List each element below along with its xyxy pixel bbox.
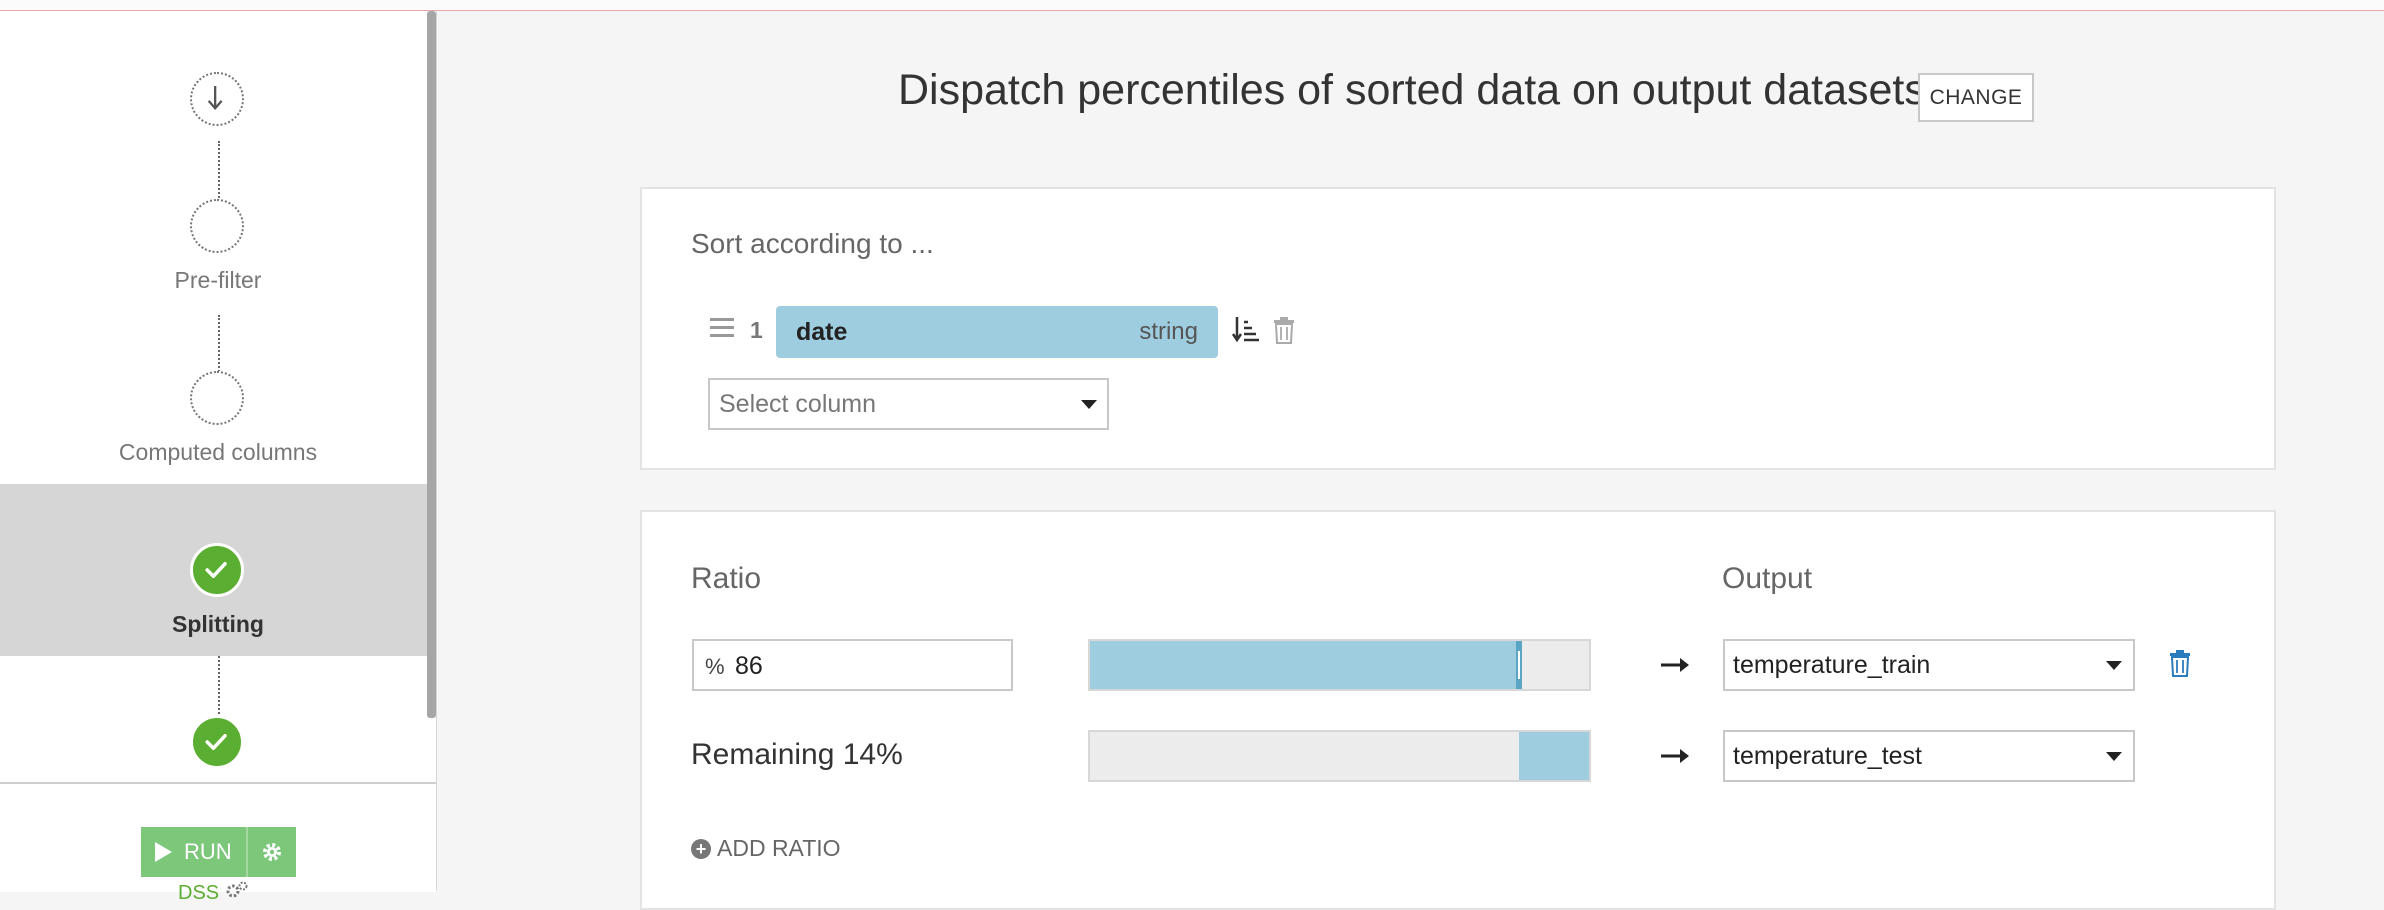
checkmark-icon [205,734,227,750]
step-circle [190,72,244,126]
step-circle [190,371,244,425]
add-ratio-label: ADD RATIO [717,835,841,861]
step-label: Splitting [172,611,264,637]
gear-icon [262,843,281,861]
run-button[interactable]: RUN [141,827,246,877]
change-mode-button[interactable]: CHANGE [1918,73,2034,122]
drag-handle-icon[interactable] [710,318,734,342]
ratio-input[interactable]: % 86 [692,639,1013,691]
engine-name: DSS [178,882,220,904]
ratio-header: Ratio [691,562,762,595]
top-warning-border [0,0,2384,11]
chevron-down-icon [2106,661,2122,670]
select-column-placeholder: Select column [719,390,877,418]
gears-icon [226,881,248,898]
output-header: Output [1722,562,1813,595]
ratio-value: 86 [735,652,763,680]
engine-label[interactable]: DSS [178,881,249,905]
output-dataset-select[interactable]: temperature_train [1723,639,2135,691]
add-ratio-button[interactable]: + ADD RATIO [691,835,841,862]
sort-panel: Sort according to ... 1 date string Sele… [640,187,2276,470]
sort-ascending-icon[interactable] [1231,314,1261,344]
plus-circle-icon: + [691,838,711,859]
column-type: string [1139,318,1198,345]
sidebar-footer: RUN DSS [0,782,436,904]
play-icon [155,842,172,862]
step-circle [190,543,244,597]
column-name: date [796,318,848,346]
page-title: Dispatch percentiles of sorted data on o… [898,66,1926,114]
step-circle [190,715,244,769]
remaining-label: Remaining 14% [691,738,903,771]
slider-handle[interactable] [1515,641,1523,689]
step-circle [190,199,244,253]
run-button-group: RUN [141,827,296,877]
step-label: Pre-filter [174,267,262,293]
output-dataset-value: temperature_train [1733,651,1931,679]
arrow-down-icon [207,86,223,111]
ratio-slider[interactable] [1088,639,1591,691]
arrow-right-icon [1661,658,1689,672]
run-settings-button[interactable] [245,827,296,877]
arrow-right-icon [1661,749,1689,763]
split-panel: Ratio Output % 86 temperature_train Rema… [640,510,2276,910]
step-pre-filter[interactable]: Pre-filter [0,141,427,313]
remaining-fill [1519,732,1589,780]
step-label: Computed columns [118,439,318,465]
chevron-down-icon [2106,752,2122,761]
step-splitting[interactable]: Splitting [0,484,427,656]
remaining-bar [1088,730,1591,782]
step-computed-columns[interactable]: Computed columns [0,313,427,485]
checkmark-icon [205,562,227,578]
output-dataset-select[interactable]: temperature_test [1723,730,2135,782]
trash-icon[interactable] [1272,316,1296,344]
select-column-dropdown[interactable]: Select column [708,378,1109,430]
sort-column-chip[interactable]: date string [776,306,1218,358]
sort-index: 1 [750,317,763,343]
sort-title: Sort according to ... [691,228,934,259]
run-label: RUN [184,839,232,864]
output-dataset-value: temperature_test [1733,742,1922,770]
step-output[interactable] [0,656,427,782]
percent-prefix: % [705,654,725,679]
recipe-steps-sidebar: Pre-filter Computed columns Splitting RU… [0,11,437,904]
trash-icon[interactable] [2168,649,2192,677]
chevron-down-icon [1081,400,1097,409]
ratio-fill [1090,641,1520,689]
